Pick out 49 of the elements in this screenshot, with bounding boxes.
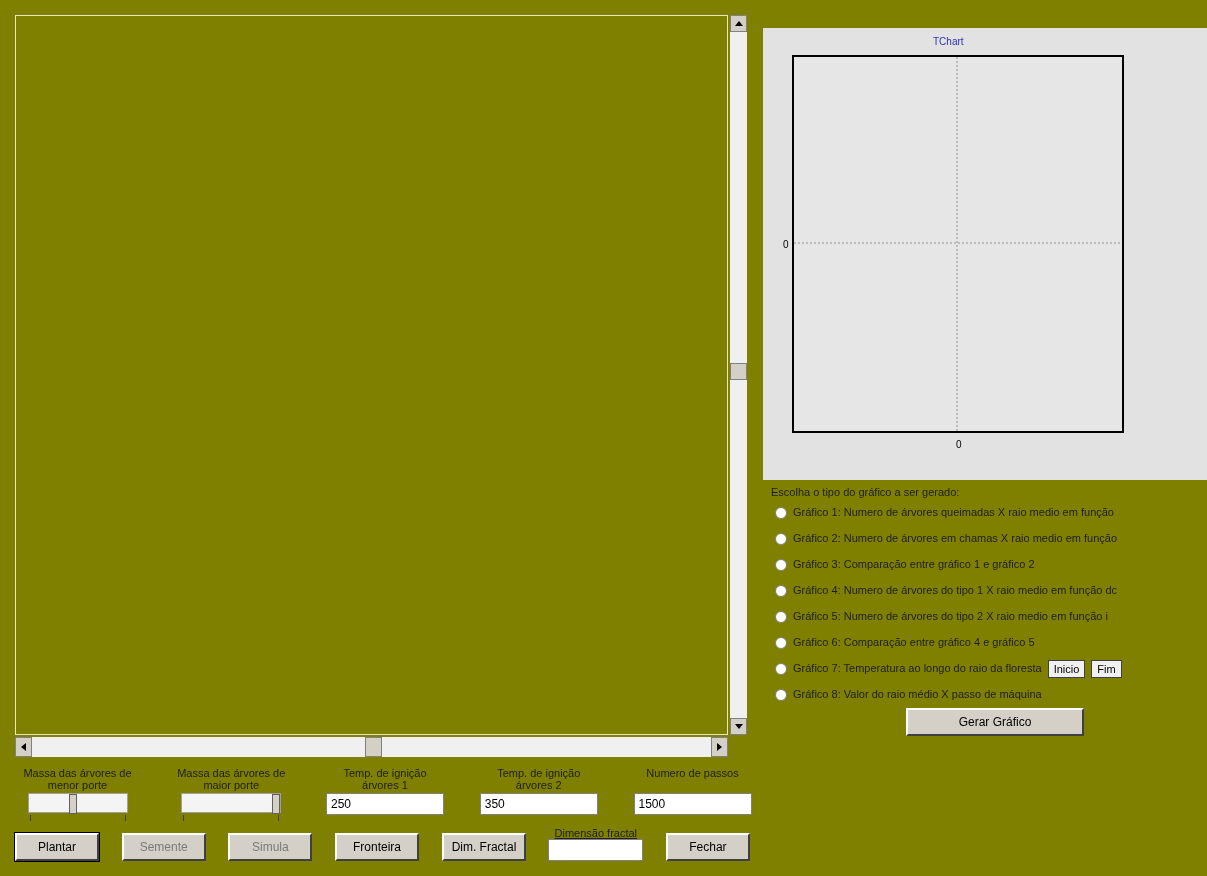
radio-button[interactable] (775, 584, 787, 597)
radio-button[interactable] (775, 688, 787, 701)
radio-button[interactable] (775, 610, 787, 623)
radio-label[interactable]: Gráfico 8: Valor do raio médio X passo de máquina (793, 686, 1042, 703)
scroll-thumb[interactable] (365, 737, 382, 757)
radio-label[interactable]: Gráfico 7: Temperatura ao longo do raio da floresta (793, 660, 1042, 677)
action-button[interactable]: Plantar (15, 833, 99, 861)
slider[interactable] (181, 793, 282, 813)
slider[interactable] (27, 793, 128, 813)
radio-button[interactable] (775, 636, 787, 649)
radio-label[interactable]: Gráfico 5: Numero de árvores do tipo 2 X raio medio em função i (793, 608, 1108, 625)
axis-label: 0 (783, 237, 789, 252)
slider-thumb[interactable] (69, 794, 77, 814)
radio-label[interactable]: Gráfico 6: Comparação entre gráfico 4 e gráfico 5 (793, 634, 1035, 651)
generate-chart-button[interactable]: Gerar Gráfico (906, 707, 1084, 736)
vertical-scrollbar[interactable] (730, 15, 747, 735)
control-label: Temp. de ignição árvores 1 (342, 767, 428, 793)
radio-button[interactable] (775, 532, 787, 545)
scroll-right-icon[interactable] (711, 737, 728, 757)
radio-label[interactable]: Gráfico 2: Numero de árvores em chamas X raio medio em função (793, 530, 1118, 547)
scroll-up-icon[interactable] (730, 15, 747, 32)
scroll-left-icon[interactable] (15, 737, 32, 757)
scroll-down-icon[interactable] (730, 718, 747, 735)
action-button[interactable]: Dim. Fractal (441, 833, 526, 861)
action-button[interactable]: Fronteira (334, 833, 419, 861)
radio-label[interactable]: Gráfico 3: Comparação entre gráfico 1 e gráfico 2 (793, 556, 1035, 573)
input-field[interactable] (548, 839, 644, 861)
small-button[interactable]: Fim (1091, 659, 1122, 678)
radio-label[interactable]: Gráfico 4: Numero de árvores do tipo 1 X raio medio em função dc (793, 582, 1118, 599)
chart-type-prompt: Escolha o tipo do gráfico a ser gerado: (771, 485, 961, 500)
control-label: Temp. de ignição árvores 2 (496, 767, 582, 793)
field-label: Dimensão fractal (554, 827, 638, 839)
action-button[interactable]: Fechar (665, 833, 750, 861)
radio-button[interactable] (775, 506, 787, 519)
slider-thumb[interactable] (272, 794, 281, 814)
scroll-thumb[interactable] (730, 363, 747, 380)
horizontal-scrollbar[interactable] (15, 737, 728, 757)
control-label: Massa das árvores de menor porte (22, 767, 133, 793)
input-field[interactable]: 250 (326, 793, 444, 815)
control-label: Numero de passos (645, 767, 740, 781)
radio-button[interactable] (775, 558, 787, 571)
input-field[interactable]: 350 (479, 793, 598, 815)
axis-label: 0 (956, 438, 962, 452)
control-label: Massa das árvores de maior porte (176, 767, 287, 793)
input-field[interactable]: 1500 (633, 793, 752, 815)
small-button[interactable]: Inicio (1047, 659, 1086, 678)
chart-title: TChart (933, 35, 964, 49)
radio-label[interactable]: Gráfico 1: Numero de árvores queimadas X raio medio em função (793, 504, 1114, 521)
radio-button[interactable] (775, 662, 787, 675)
